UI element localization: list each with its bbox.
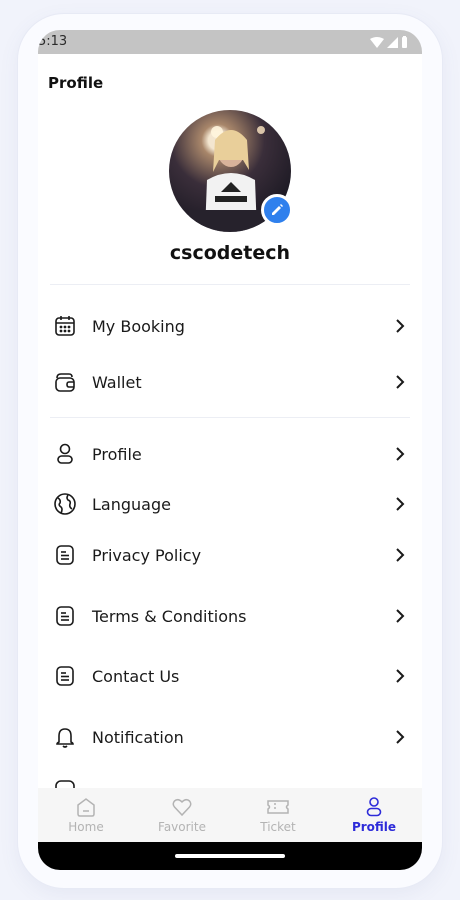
- tab-label: Profile: [351, 820, 397, 834]
- chevron-right-icon: [390, 372, 410, 392]
- status-time: 5:13: [38, 34, 68, 49]
- status-bar: 5:13: [38, 30, 422, 54]
- menu-item-partial: [50, 768, 410, 790]
- wifi-icon: [370, 36, 384, 48]
- menu-item-label: Terms & Conditions: [92, 606, 247, 626]
- home-indicator[interactable]: [175, 854, 285, 858]
- pencil-icon: [272, 204, 283, 215]
- wallet-icon: [50, 367, 80, 397]
- menu-item-label: My Booking: [92, 316, 185, 336]
- screen: 5:13 Profile cscodetech My Booking Walle…: [38, 30, 422, 870]
- chevron-right-icon: [390, 666, 410, 686]
- status-icons: [370, 36, 408, 48]
- chevron-right-icon: [390, 316, 410, 336]
- menu-item-label: Privacy Policy: [92, 545, 202, 565]
- tab-label: Home: [68, 820, 104, 834]
- chevron-right-icon: [390, 444, 410, 464]
- menu-item-my-booking[interactable]: My Booking: [50, 304, 410, 348]
- bell-icon: [50, 722, 80, 752]
- menu-item-label: Language: [92, 494, 171, 514]
- menu-item-terms-conditions[interactable]: Terms & Conditions: [50, 594, 410, 638]
- chevron-right-icon: [390, 494, 410, 514]
- menu-item-label: Wallet: [92, 372, 142, 392]
- page-title: Profile: [48, 74, 104, 92]
- tab-profile[interactable]: Profile: [326, 788, 422, 842]
- signal-icon: [387, 36, 398, 48]
- chevron-right-icon: [390, 606, 410, 626]
- menu-item-contact-us[interactable]: Contact Us: [50, 654, 410, 698]
- home-icon: [77, 798, 95, 817]
- chevron-right-icon: [390, 545, 410, 565]
- tab-label: Favorite: [158, 820, 206, 834]
- document-icon: [50, 661, 80, 691]
- tab-favorite[interactable]: Favorite: [134, 788, 230, 842]
- tab-home[interactable]: Home: [38, 788, 134, 842]
- menu-item-language[interactable]: Language: [50, 482, 410, 526]
- menu-item-label: Profile: [92, 444, 142, 464]
- menu-item-label: Contact Us: [92, 666, 180, 686]
- ticket-icon: [267, 800, 289, 814]
- avatar-container: [169, 110, 293, 232]
- menu-item-notification[interactable]: Notification: [50, 715, 410, 759]
- tab-ticket[interactable]: Ticket: [230, 788, 326, 842]
- menu-item-label: Notification: [92, 727, 184, 747]
- divider: [50, 284, 410, 285]
- user-icon: [366, 797, 382, 817]
- edit-avatar-button[interactable]: [261, 194, 293, 226]
- menu-item-wallet[interactable]: Wallet: [50, 360, 410, 404]
- battery-icon: [402, 36, 407, 48]
- document-icon: [50, 601, 80, 631]
- bottom-tab-bar: Home Favorite Ticket Profile: [38, 788, 422, 842]
- menu-item-privacy-policy[interactable]: Privacy Policy: [50, 533, 410, 577]
- tab-label: Ticket: [260, 820, 296, 834]
- chevron-right-icon: [390, 727, 410, 747]
- user-icon: [50, 439, 80, 469]
- divider: [50, 417, 410, 418]
- globe-icon: [50, 489, 80, 519]
- heart-icon: [172, 798, 192, 817]
- system-nav-bar: [38, 842, 422, 870]
- profile-username: cscodetech: [169, 242, 291, 264]
- menu-item-profile[interactable]: Profile: [50, 432, 410, 476]
- calendar-icon: [50, 311, 80, 341]
- document-icon: [50, 540, 80, 570]
